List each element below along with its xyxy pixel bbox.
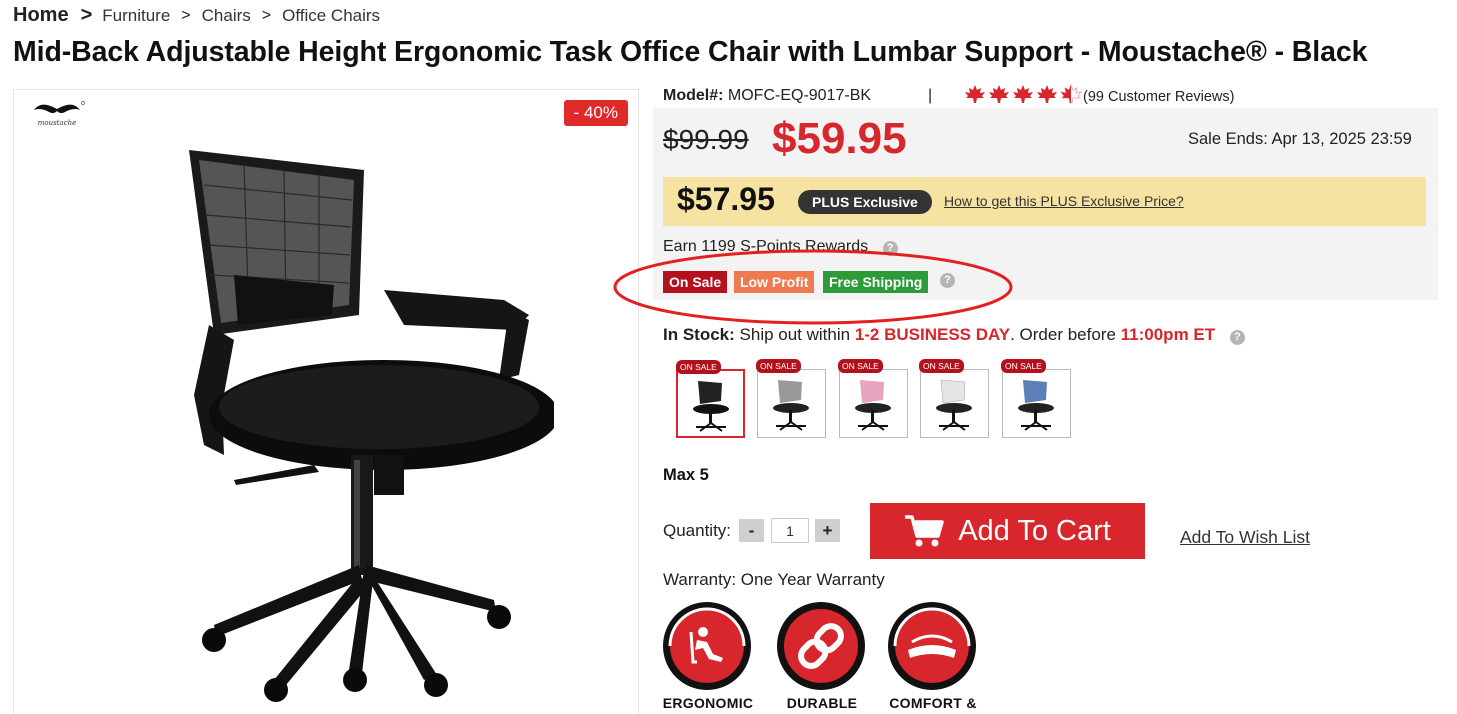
- maple-leaf-icon: [989, 85, 1009, 103]
- model-number: Model#: MOFC-EQ-9017-BK: [663, 87, 871, 105]
- ergonomic-label: ERGONOMIC: [662, 695, 754, 711]
- swatch-black[interactable]: ON SALE: [676, 360, 745, 438]
- add-to-wish-list-link[interactable]: Add To Wish List: [1180, 527, 1310, 548]
- highlight-circle: [613, 249, 1013, 325]
- svg-text:moustache: moustache: [38, 119, 77, 127]
- comfort-label: COMFORT &: [889, 695, 977, 711]
- breadcrumb-chairs[interactable]: Chairs: [202, 6, 251, 26]
- stock-status: In Stock: Ship out within 1-2 BUSINESS D…: [663, 325, 1245, 345]
- swatch-gray[interactable]: ON SALE: [756, 359, 826, 438]
- breadcrumb-separator: >: [80, 4, 93, 26]
- breadcrumb-separator: >: [181, 6, 191, 24]
- model-label: Model#:: [663, 87, 724, 104]
- durable-icon: [784, 609, 858, 683]
- on-sale-label: ON SALE: [919, 359, 964, 373]
- maple-leaf-icon: [1013, 85, 1033, 103]
- breadcrumb-separator: >: [261, 6, 272, 24]
- plus-exclusive-badge: PLUS Exclusive: [798, 190, 932, 214]
- add-to-cart-label: Add To Cart: [958, 514, 1111, 547]
- breadcrumb-home[interactable]: Home: [13, 4, 69, 27]
- breadcrumb: Home > Furniture > Chairs > Office Chair…: [13, 4, 380, 27]
- divider: |: [928, 87, 933, 104]
- discount-badge: - 40%: [563, 100, 628, 126]
- swatch-blue[interactable]: ON SALE: [1001, 359, 1071, 438]
- quantity-input[interactable]: [771, 518, 809, 543]
- stock-cutoff-time: 11:00pm ET: [1120, 325, 1216, 344]
- swatch-pink[interactable]: ON SALE: [838, 359, 908, 438]
- swatch-white[interactable]: ON SALE: [919, 359, 989, 438]
- ergonomic-icon: [668, 607, 746, 683]
- model-value: MOFC-EQ-9017-BK: [727, 87, 872, 104]
- warranty-text: Warranty: One Year Warranty: [663, 570, 885, 589]
- sale-price: $59.95: [772, 114, 907, 163]
- cart-icon: [905, 515, 944, 547]
- stock-days: 1-2 BUSINESS DAY: [854, 325, 1011, 344]
- rating-stars[interactable]: [964, 84, 1082, 104]
- plus-price: $57.95: [677, 181, 775, 217]
- plus-exclusive-link[interactable]: How to get this PLUS Exclusive Price?: [944, 193, 1184, 209]
- swatch-chair-image: [1018, 380, 1054, 431]
- product-image-panel[interactable]: moustache - 40%: [13, 89, 639, 714]
- maple-leaf-icon: [1037, 85, 1057, 103]
- stock-label: In Stock:: [663, 325, 735, 344]
- quantity-label: Quantity:: [663, 521, 732, 540]
- breadcrumb-office-chairs[interactable]: Office Chairs: [282, 6, 380, 26]
- quantity-increase-button[interactable]: +: [815, 519, 840, 542]
- durable-badge: DURABLE: [777, 602, 867, 714]
- product-image-chair: [189, 150, 554, 702]
- on-sale-label: ON SALE: [676, 360, 721, 374]
- swatch-chair-image: [855, 380, 891, 431]
- comfort-icon: [893, 607, 971, 683]
- on-sale-label: ON SALE: [838, 359, 883, 373]
- swatch-chair-image: [693, 381, 729, 432]
- comfort-badge: COMFORT &: [888, 602, 978, 714]
- stock-text: . Order before: [1010, 325, 1121, 344]
- sale-ends: Sale Ends: Apr 13, 2025 23:59: [1188, 130, 1412, 148]
- help-icon[interactable]: ?: [1229, 330, 1245, 345]
- durable-label: DURABLE: [786, 695, 858, 711]
- maple-leaf-half-icon: [1060, 84, 1082, 104]
- maple-leaf-icon: [965, 85, 985, 103]
- on-sale-label: ON SALE: [756, 359, 801, 373]
- max-quantity: Max 5: [663, 466, 709, 484]
- brand-logo: moustache: [34, 101, 85, 127]
- on-sale-label: ON SALE: [1001, 359, 1046, 373]
- add-to-cart-button[interactable]: Add To Cart: [870, 503, 1145, 559]
- quantity-decrease-button[interactable]: -: [739, 519, 764, 542]
- stock-text: Ship out within: [734, 325, 855, 344]
- breadcrumb-furniture[interactable]: Furniture: [102, 6, 170, 26]
- swatch-chair-image: [773, 380, 809, 431]
- original-price: $99.99: [663, 124, 749, 155]
- swatch-chair-image: [936, 379, 972, 431]
- ergonomic-badge: ERGONOMIC: [663, 602, 753, 714]
- product-title: Mid-Back Adjustable Height Ergonomic Tas…: [13, 36, 1368, 68]
- customer-reviews-link[interactable]: (99 Customer Reviews): [1083, 89, 1235, 105]
